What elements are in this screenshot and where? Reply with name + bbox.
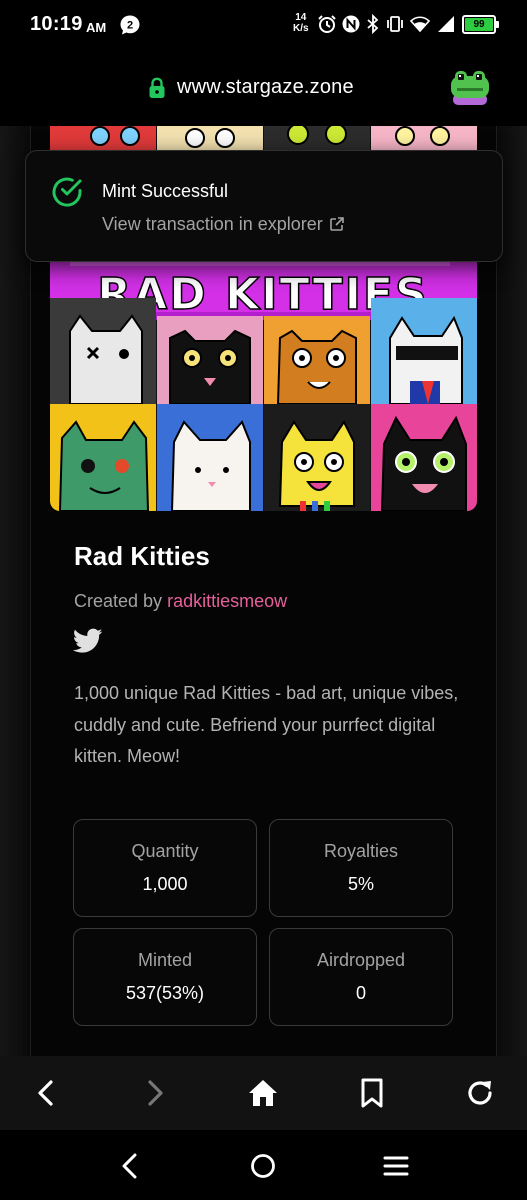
stat-label: Quantity [131,841,199,861]
lock-icon [149,77,165,98]
system-back-icon[interactable] [114,1150,146,1182]
collection-description: 1,000 unique Rad Kitties - bad art, uniq… [74,683,459,766]
page-backdrop-left [0,126,30,1056]
bluetooth-icon [367,14,379,34]
created-by-label: Created by [74,591,163,611]
collection-title: Rad Kitties [74,541,210,571]
net-speed: 14 K/s [293,12,309,34]
created-by: Created by radkittiesmeow [74,591,287,612]
stat-airdropped: Airdropped 0 [269,928,453,1026]
wifi-icon [410,16,430,33]
stat-value: 1,000 [142,874,188,894]
vibrate-icon [387,16,403,32]
nfc-icon [342,15,360,33]
system-navigation-bar [0,1130,527,1200]
browser-toolbar [0,1056,527,1130]
mint-success-toast[interactable]: Mint Successful View transaction in expl… [25,150,503,262]
stat-label: Minted [137,950,193,970]
check-circle-icon [52,177,82,207]
stat-label: Royalties [323,841,399,861]
url-bar[interactable]: www.stargaze.zone [0,52,527,126]
system-recents-icon[interactable] [380,1150,412,1182]
system-home-icon[interactable] [247,1150,279,1182]
stat-minted: Minted 537(53%) [73,928,257,1026]
twitter-icon[interactable] [73,628,103,654]
status-time: 10:19 [30,13,83,35]
stat-quantity: Quantity 1,000 [73,819,257,917]
battery-icon: 99 [462,15,499,34]
back-icon[interactable] [29,1076,63,1110]
creator-link[interactable]: radkittiesmeow [167,591,287,611]
external-link-icon [329,217,344,231]
signal-icon [438,16,454,32]
url-text[interactable]: www.stargaze.zone [177,76,354,99]
bookmark-icon[interactable] [355,1076,389,1110]
toast-title: Mint Successful [102,181,229,201]
stat-value: 537(53%) [125,983,205,1003]
chat-notification-icon: 2 [120,15,140,35]
forward-icon[interactable] [138,1076,172,1110]
home-icon[interactable] [246,1076,280,1110]
notification-count: 2 [127,20,133,32]
stat-value: 5% [347,874,374,894]
status-bar: 10:19 AM 2 14 K/s 99 [0,0,527,52]
alarm-icon [318,15,336,33]
view-in-explorer-link[interactable]: View transaction in explorer [102,214,345,235]
reload-icon[interactable] [463,1076,497,1110]
stat-royalties: Royalties 5% [269,819,453,917]
stat-label: Airdropped [316,950,406,970]
page-backdrop-right [497,126,527,1056]
page-content: RAD KITTIES Rad Kitties Created by radki… [0,126,527,1056]
stargaze-frog-icon[interactable] [449,68,491,108]
status-ampm: AM [86,20,107,35]
stat-value: 0 [355,983,366,1003]
